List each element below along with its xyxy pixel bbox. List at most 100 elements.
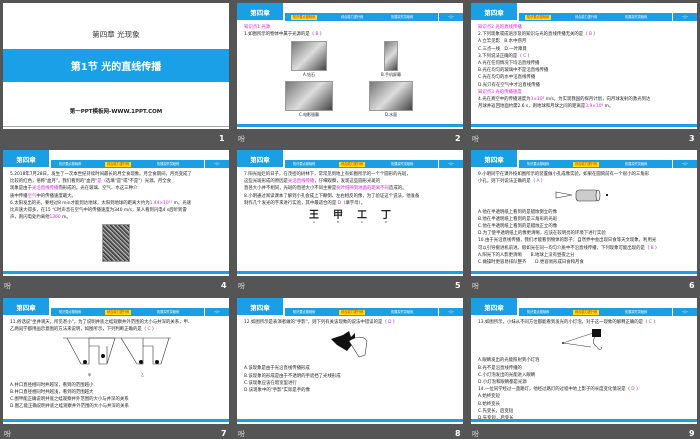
- slide-number: 1: [219, 134, 225, 143]
- text-line: A.光在任何情况下均沿直线传播: [478, 60, 690, 67]
- image-option[interactable]: D.水面: [361, 80, 421, 118]
- question-text: C.光在均匀的水中沿直线传播: [478, 75, 536, 81]
- section-tab-bar: 知识要点基础练 综合能力提升练 拓展探究突破练 -◇-: [519, 13, 697, 21]
- tab-1[interactable]: 知识要点基础练: [291, 14, 318, 20]
- character-letter: B: [337, 221, 339, 225]
- chapter-label: 第四章: [3, 298, 49, 316]
- text-line: C.做操时更容易排队整齐 D.更容易形成日食和月食: [478, 259, 690, 266]
- question-text: m/s。为实现我国的探月计划，向月球发射的激光到达: [544, 97, 651, 103]
- answer-text: 3.9×10⁸: [585, 104, 604, 110]
- tab-2[interactable]: 综合能力提升练: [105, 161, 132, 167]
- tab-2[interactable]: 综合能力提升练: [105, 309, 132, 315]
- tab-2[interactable]: 综合能力提升练: [339, 161, 366, 167]
- slide-thumbnail-3[interactable]: 第四章 知识要点基础练 综合能力提升练 拓展探究突破练 -◇- 知识点2 光的直线传播 2.…: [471, 3, 697, 129]
- bottom-bar: [471, 124, 697, 127]
- nav-back-button[interactable]: -◇-: [672, 308, 697, 316]
- text-line: 12.如图所示是表演者做的"手影"，则下列有关该现象的说法中错误的是（ D ）: [244, 319, 456, 326]
- nav-back-button[interactable]: -◇-: [672, 13, 697, 21]
- answer-text: 1.44×10¹¹: [149, 200, 173, 206]
- question-text: 4.光在真空中的传播速度为: [478, 97, 531, 103]
- text-line: D.该现象中的"手影"实际是手的像: [244, 387, 456, 394]
- question-text: ）: [634, 387, 641, 393]
- question-text: D.光只有在空气中才沿直线传播: [478, 82, 540, 88]
- nav-back-button[interactable]: -◇-: [438, 160, 463, 168]
- tab-3[interactable]: 拓展探究突破练: [389, 15, 415, 20]
- question-text: A.始终变短: [478, 394, 500, 400]
- tab-3[interactable]: 拓展探究突破练: [389, 310, 415, 315]
- text-line: 7.阳光灿烂的日子，在茂密的树林下，常常见到地上有如图所示的一个个圆形的光斑，: [244, 171, 456, 178]
- section-title: 第1节 光的直线传播: [3, 49, 229, 82]
- tab-3[interactable]: 拓展探究突破练: [389, 162, 415, 167]
- slide-thumbnail-8[interactable]: 第四章 知识要点基础练 综合能力提升练 拓展探究突破练 -◇- 12.如图所示是表演者做的…: [237, 298, 463, 424]
- nav-back-button[interactable]: -◇-: [672, 160, 697, 168]
- text-line: 11.俗话说"坐井观天，所见甚小"。为了说明井底之蛙观察井外范围的大小与井深的关…: [10, 319, 222, 326]
- question-text: 而形成的。光在玻璃、空气、水这三种介: [58, 186, 138, 192]
- slide-thumbnail-2[interactable]: 第四章 知识要点基础练 综合能力提升练 拓展探究突破练 -◇- 知识点1 光源 1.如图所示…: [237, 3, 463, 129]
- slide-thumbnail-6[interactable]: 第四章 知识要点基础练 综合能力提升练 拓展探究突破练 -◇- 9.小明同学在课外按如图所…: [471, 150, 697, 276]
- tab-1[interactable]: 知识要点基础练: [57, 162, 83, 167]
- question-text: A.他在半透明纸上看到的是蜡烛倒立的像: [478, 209, 557, 215]
- figure: 甲乙: [10, 336, 222, 378]
- text-line: 5.2018年7月28日，发生了一次本世纪持续时间最长的月全食现象。月全食期间，…: [10, 171, 222, 178]
- knowledge-point-heading: 知识点3 光的传播速度: [478, 89, 522, 95]
- bottom-bar: [237, 271, 463, 274]
- question-text: ）: [391, 320, 398, 325]
- question-text: 10.由于光沿直线传播，我们才能看到物体的影子；自然界中会出现日食等天文现象，利…: [478, 238, 657, 244]
- text-line: D.光只有在空气中才沿直线传播: [478, 82, 690, 89]
- tab-2[interactable]: 综合能力提升练: [339, 309, 366, 315]
- question-text: D.小灯泡和眼睛都是光源: [478, 380, 527, 386]
- tab-1[interactable]: 知识要点基础练: [525, 162, 551, 167]
- text-line: D.图乙能正确说明井底之蛙观察井外范围的大小与井深的关系: [10, 403, 222, 410]
- slide-thumbnail-9[interactable]: 第四章 知识要点基础练 综合能力提升练 拓展探究突破练 -◇- 13.如图所示，小妹从不同…: [471, 298, 697, 424]
- tab-2[interactable]: 综合能力提升练: [573, 309, 600, 315]
- image-option[interactable]: B.手机屏幕: [361, 41, 421, 78]
- tab-2[interactable]: 综合能力提升练: [573, 15, 599, 20]
- nav-back-button[interactable]: -◇-: [204, 308, 229, 316]
- character-letter: C: [361, 221, 363, 225]
- text-line: B.该现象的形成是由于不透明的手遮挡了光线形成: [244, 373, 456, 380]
- tab-3[interactable]: 拓展探究突破练: [623, 162, 649, 167]
- slide-number: 2: [455, 134, 461, 143]
- tab-3[interactable]: 拓展探究突破练: [155, 310, 181, 315]
- tab-3[interactable]: 拓展探究突破练: [623, 310, 649, 315]
- text-line: C.该现象应该在暗室里进行: [244, 380, 456, 387]
- text-line: A.眼睛发出的光能照射到小灯泡: [478, 357, 690, 364]
- nav-back-button[interactable]: -◇-: [438, 13, 463, 21]
- text-line: 2.下列现象或成语涉及的知识与光的直线传播无关的是（ B ）: [478, 31, 690, 38]
- tab-3[interactable]: 拓展探究突破练: [155, 162, 181, 167]
- slide-thumbnail-7[interactable]: 第四章知识要点基础练 综合能力提升练 拓展探究突破练 -◇- 11.俗话说"坐井观天，所…: [3, 298, 229, 424]
- question-text: 比声速大得多，在15 ℃时声音在空气中的传播速度为340 m/s，某人看到闪电4…: [10, 208, 187, 214]
- figure: [10, 224, 222, 263]
- figure: [478, 188, 690, 205]
- tab-1[interactable]: 知识要点基础练: [57, 310, 83, 315]
- tab-3[interactable]: 拓展探究突破练: [623, 15, 649, 20]
- text-line: 9.小明同学在课外按如图所示的装置做小孔成像实验。如果在圆筒前有一个很小的三角形: [478, 171, 690, 178]
- tab-1[interactable]: 知识要点基础练: [525, 310, 551, 315]
- text-line: 4.光在真空中的传播速度为3×10⁸ m/s。为实现我国的探月计划，向月球发射的…: [478, 96, 690, 103]
- tab-2[interactable]: 综合能力提升练: [339, 15, 365, 20]
- question-text: ）: [526, 53, 532, 59]
- slide-thumbnail-4[interactable]: 第四章 知识要点基础练 综合能力提升练 拓展探究突破练 -◇- 5.2018年7月28日，…: [3, 150, 229, 276]
- figure-labels: 甲乙: [88, 372, 144, 379]
- tab-1[interactable]: 知识要点基础练: [291, 162, 317, 167]
- bottom-bar: [471, 271, 697, 274]
- slide-thumbnail-5[interactable]: 第四章 知识要点基础练 综合能力提升练 拓展探究突破练 -◇- 7.阳光灿烂的日子，在茂密…: [237, 150, 463, 276]
- nav-back-button[interactable]: -◇-: [438, 308, 463, 316]
- image-option[interactable]: A.钻石: [279, 41, 339, 78]
- tab-1[interactable]: 知识要点基础练: [291, 310, 317, 315]
- text-line: 6.太阳发出的光，要经过8 min才能到达地球，太阳到地球的距离大约为1.44×…: [10, 200, 222, 207]
- tab-2[interactable]: 综合能力提升练: [573, 161, 600, 167]
- image-option[interactable]: C.电影银幕: [279, 80, 339, 118]
- figure-label: 乙: [141, 372, 145, 377]
- question-text: 小孔，则下列说法正确的是（: [478, 179, 537, 185]
- question-text: （选填"是"或"不是"）光源。月全食: [101, 179, 172, 185]
- character: 工: [357, 210, 367, 222]
- slide-thumbnail-1[interactable]: 第四章 光现象 第1节 光的直线传播 第一PPT模板网-WWW.1PPT.COM: [3, 3, 229, 129]
- tab-1[interactable]: 知识要点基础练: [525, 14, 552, 20]
- text-line: B.井口直径相同时井越浅，看到的范围越大: [10, 389, 222, 396]
- text-line: 知识点3 光的传播速度: [478, 89, 690, 96]
- nav-back-button[interactable]: -◇-: [204, 160, 229, 168]
- bottom-bar: [3, 271, 229, 274]
- question-text: C.该现象应该在暗室里进行: [244, 380, 297, 386]
- section-tab-bar: 知识要点基础练 综合能力提升练 拓展探究突破练 -◇-: [285, 13, 463, 21]
